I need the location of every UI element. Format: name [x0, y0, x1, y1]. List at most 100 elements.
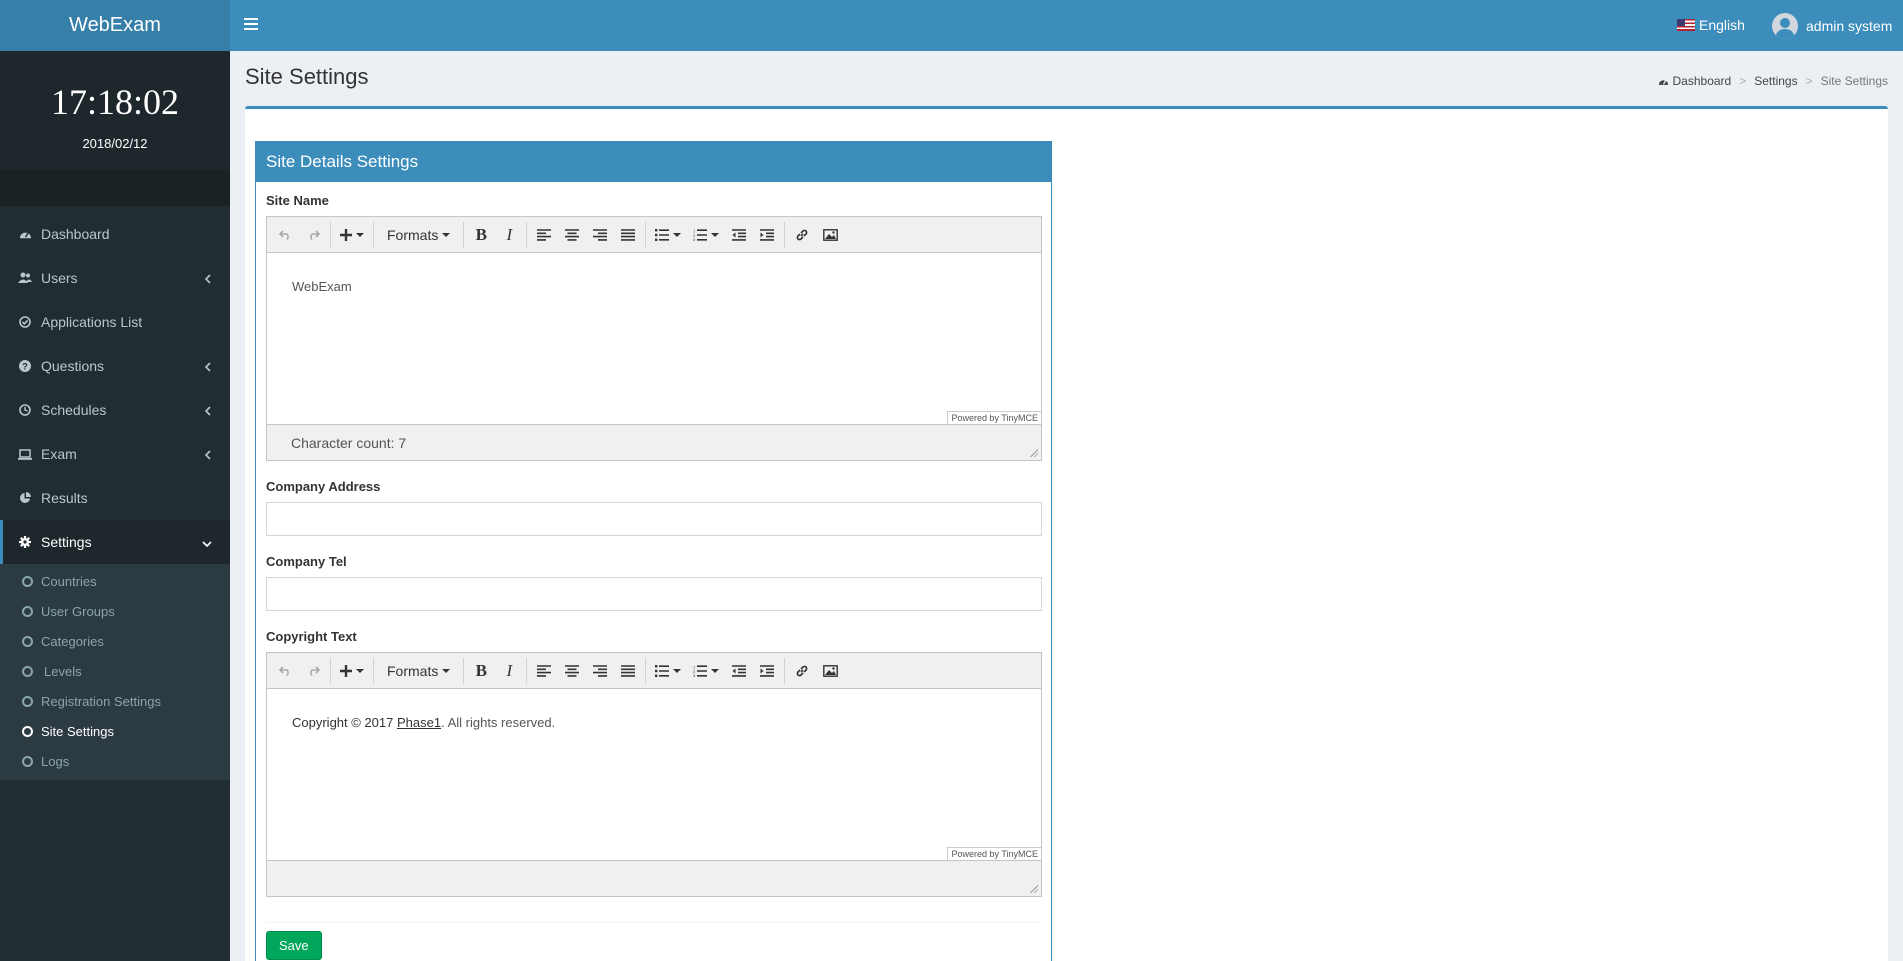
copyright-text-label: Copyright Text	[266, 629, 357, 644]
undo-button[interactable]	[271, 221, 299, 249]
circle-icon	[22, 635, 33, 647]
language-label: English	[1699, 17, 1745, 33]
language-selector[interactable]: English	[1677, 17, 1745, 33]
indent-button[interactable]	[753, 221, 781, 249]
redo-button[interactable]	[299, 221, 327, 249]
chevron-left-icon	[204, 359, 212, 375]
submenu-item-levels[interactable]: Levels	[0, 656, 230, 686]
users-icon	[18, 271, 32, 285]
save-button[interactable]: Save	[266, 931, 322, 960]
sidebar-item-label: Applications List	[41, 314, 143, 330]
svg-text:3: 3	[693, 673, 696, 677]
caret-down-icon	[442, 232, 451, 237]
pie-chart-icon	[18, 491, 32, 505]
panel-title: Site Details Settings	[256, 142, 1051, 182]
submenu-item-countries[interactable]: Countries	[0, 566, 230, 596]
submenu-item-label: Categories	[41, 633, 104, 649]
caret-down-icon	[673, 232, 682, 237]
sidebar-item-applications[interactable]: Applications List	[0, 300, 230, 344]
site-name-label: Site Name	[266, 193, 329, 208]
outdent-button[interactable]	[725, 221, 753, 249]
insert-button[interactable]	[334, 657, 370, 685]
user-menu[interactable]: admin system	[1772, 13, 1892, 39]
copyright-content[interactable]: Copyright © 2017 Phase1. All rights rese…	[267, 689, 1041, 860]
submenu-item-site-settings[interactable]: Site Settings	[0, 716, 230, 746]
site-details-panel: Site Details Settings Site Name Formats …	[255, 141, 1052, 961]
sidebar-item-dashboard[interactable]: Dashboard	[0, 212, 230, 256]
breadcrumb-settings[interactable]: Settings	[1754, 74, 1797, 88]
toolbar-separator	[784, 221, 786, 248]
submenu-item-label: User Groups	[41, 603, 115, 619]
company-address-input[interactable]	[266, 502, 1042, 536]
clock-widget: 17:18:02 2018/02/12	[0, 51, 230, 170]
chevron-left-icon	[204, 271, 212, 287]
submenu-item-user-groups[interactable]: User Groups	[0, 596, 230, 626]
submenu-item-categories[interactable]: Categories	[0, 626, 230, 656]
sidebar-item-schedules[interactable]: Schedules	[0, 388, 230, 432]
dashboard-icon	[18, 227, 32, 241]
bold-button[interactable]: B	[467, 657, 495, 685]
image-button[interactable]	[816, 657, 844, 685]
circle-icon	[22, 695, 33, 707]
top-navbar: English admin system	[230, 0, 1903, 51]
link-button[interactable]	[788, 657, 816, 685]
caret-down-icon	[442, 668, 451, 673]
copyright-editor: Formats B I 123 Copyright © 2017 Phase1.…	[266, 652, 1042, 897]
breadcrumb-dashboard[interactable]: Dashboard	[1673, 74, 1732, 88]
caret-down-icon	[356, 668, 364, 673]
panel-body: Site Name Formats B I 1 2 3 WebExam Powe…	[256, 182, 1051, 961]
align-left-button[interactable]	[530, 221, 558, 249]
submenu-item-registration-settings[interactable]: Registration Settings	[0, 686, 230, 716]
site-name-content[interactable]: WebExam Powered by TinyMCE	[267, 253, 1041, 424]
outdent-button[interactable]	[725, 657, 753, 685]
resize-handle-icon[interactable]	[1029, 448, 1038, 457]
avatar	[1772, 13, 1798, 39]
sidebar-item-results[interactable]: Results	[0, 476, 230, 520]
indent-button[interactable]	[753, 657, 781, 685]
formats-dropdown[interactable]: Formats	[377, 657, 460, 685]
company-tel-input[interactable]	[266, 577, 1042, 611]
align-justify-button[interactable]	[614, 657, 642, 685]
bold-button[interactable]: B	[467, 221, 495, 249]
app-logo[interactable]: WebExam	[0, 0, 230, 51]
formats-label: Formats	[387, 226, 439, 243]
sidebar-toggle-icon[interactable]	[244, 18, 258, 30]
caret-down-icon	[356, 232, 364, 237]
formats-dropdown[interactable]: Formats	[377, 221, 460, 249]
powered-by-tinymce[interactable]: Powered by TinyMCE	[947, 847, 1041, 860]
bullet-list-button[interactable]	[649, 657, 687, 685]
align-justify-button[interactable]	[614, 221, 642, 249]
dashboard-icon	[1658, 76, 1669, 86]
resize-handle-icon[interactable]	[1029, 884, 1038, 893]
sidebar-item-users[interactable]: Users	[0, 256, 230, 300]
numbered-list-button[interactable]: 123	[687, 657, 725, 685]
toolbar-separator	[645, 221, 647, 248]
redo-button[interactable]	[299, 657, 327, 685]
submenu-item-logs[interactable]: Logs	[0, 746, 230, 776]
chevron-left-icon	[204, 447, 212, 463]
sidebar-item-questions[interactable]: ? Questions	[0, 344, 230, 388]
numbered-list-button[interactable]: 123	[687, 221, 725, 249]
link-button[interactable]	[788, 221, 816, 249]
form-footer: Save	[266, 922, 1041, 960]
circle-icon	[22, 605, 33, 617]
breadcrumb-current: Site Settings	[1820, 74, 1888, 88]
align-center-button[interactable]	[558, 657, 586, 685]
powered-by-tinymce[interactable]: Powered by TinyMCE	[947, 411, 1041, 424]
insert-button[interactable]	[334, 221, 370, 249]
align-right-button[interactable]	[586, 221, 614, 249]
image-button[interactable]	[816, 221, 844, 249]
undo-button[interactable]	[271, 657, 299, 685]
copyright-link[interactable]: Phase1	[397, 715, 441, 730]
sidebar-item-settings[interactable]: Settings	[0, 520, 230, 564]
bullet-list-button[interactable]	[649, 221, 687, 249]
italic-button[interactable]: I	[495, 657, 523, 685]
align-center-button[interactable]	[558, 221, 586, 249]
align-left-button[interactable]	[530, 657, 558, 685]
chevron-down-icon	[202, 535, 212, 551]
caret-down-icon	[673, 668, 682, 673]
italic-button[interactable]: I	[495, 221, 523, 249]
sidebar-item-label: Exam	[41, 446, 77, 462]
sidebar-item-exam[interactable]: Exam	[0, 432, 230, 476]
align-right-button[interactable]	[586, 657, 614, 685]
